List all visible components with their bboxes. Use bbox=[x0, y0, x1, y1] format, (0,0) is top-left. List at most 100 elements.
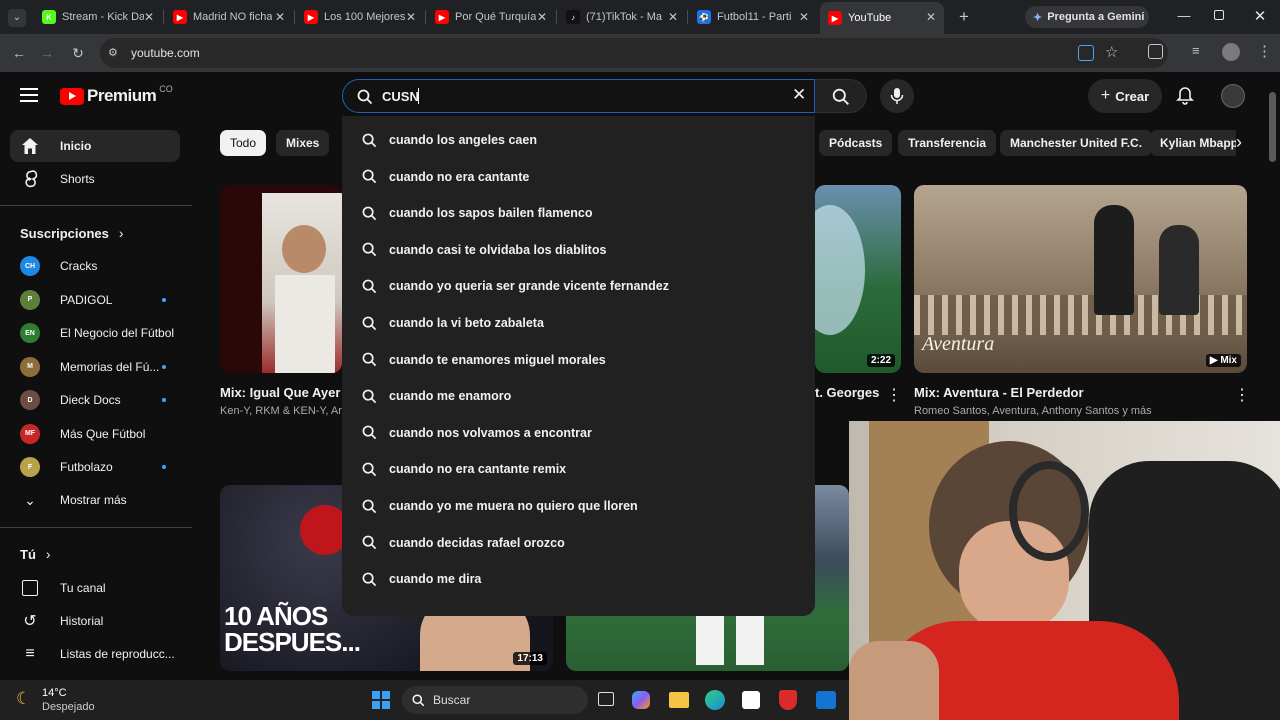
history-label: Historial bbox=[60, 614, 104, 628]
browser-tab[interactable]: ♪ (71)TikTok - Ma ✕ bbox=[558, 4, 686, 30]
video-title[interactable]: t. Georges bbox=[815, 385, 879, 400]
search-suggestion-item[interactable]: cuando me dira bbox=[342, 561, 815, 597]
profile-avatar[interactable] bbox=[1222, 43, 1240, 61]
weather-moon-icon[interactable]: ☾ bbox=[16, 689, 31, 709]
sidebar-subscription-item[interactable]: EN El Negocio del Fútbol bbox=[10, 317, 180, 349]
page-scrollbar[interactable] bbox=[1269, 92, 1276, 162]
video-more-options-icon[interactable]: ⋮ bbox=[1234, 385, 1250, 405]
browser-tab[interactable]: ⚽ Futbol11 - Parti ✕ bbox=[689, 4, 817, 30]
sidebar-subscription-item[interactable]: M Memorias del Fú... bbox=[10, 351, 180, 383]
video-thumbnail[interactable]: Aventura ▶ Mix bbox=[914, 185, 1247, 373]
search-suggestion-item[interactable]: cuando me enamoro bbox=[342, 378, 815, 414]
voice-search-button[interactable] bbox=[880, 79, 914, 113]
chip-manchester-united[interactable]: Manchester United F.C. bbox=[1000, 130, 1153, 156]
outlook-icon[interactable] bbox=[816, 691, 836, 709]
sidebar-item-playlists[interactable]: ≡ Listas de reproducc... bbox=[10, 638, 180, 670]
video-channel[interactable]: Romeo Santos, Aventura, Anthony Santos y… bbox=[914, 405, 1152, 417]
search-suggestion-item[interactable]: cuando no era cantante remix bbox=[342, 451, 815, 487]
copilot-icon[interactable] bbox=[632, 691, 650, 709]
gemini-button[interactable]: ✦ Pregunta a Gemini bbox=[1025, 6, 1149, 28]
file-explorer-icon[interactable] bbox=[669, 692, 689, 708]
store-icon[interactable] bbox=[742, 691, 760, 709]
bookmark-star-icon[interactable]: ☆ bbox=[1105, 43, 1118, 61]
chips-next-arrow-icon[interactable]: › bbox=[1236, 130, 1252, 156]
video-channel[interactable]: Ken-Y, RKM & KEN-Y, Ar bbox=[220, 405, 342, 417]
clear-search-icon[interactable]: ✕ bbox=[792, 85, 806, 105]
back-button[interactable]: ← bbox=[10, 44, 28, 62]
forward-button[interactable]: → bbox=[38, 44, 56, 62]
tab-close-icon[interactable]: ✕ bbox=[406, 10, 416, 24]
video-title[interactable]: Mix: Igual Que Ayer bbox=[220, 385, 340, 400]
search-suggestion-item[interactable]: cuando los sapos bailen flamenco bbox=[342, 195, 815, 231]
sidebar-subscription-item[interactable]: CH Cracks bbox=[10, 250, 180, 282]
notifications-bell-icon[interactable] bbox=[1175, 86, 1195, 106]
tab-search-dropdown-icon[interactable]: ⌄ bbox=[8, 9, 26, 27]
task-view-icon[interactable] bbox=[598, 692, 614, 706]
search-button[interactable] bbox=[815, 79, 867, 113]
translate-icon[interactable] bbox=[1078, 45, 1094, 61]
browser-menu-icon[interactable]: ⋮ bbox=[1257, 42, 1272, 60]
browser-tab[interactable]: ▶ Los 100 Mejores ✕ bbox=[296, 4, 424, 30]
sidebar-subscription-item[interactable]: F Futbolazo bbox=[10, 451, 180, 483]
sidebar-item-history[interactable]: ↺ Historial bbox=[10, 605, 180, 637]
reload-button[interactable]: ↻ bbox=[69, 44, 87, 62]
browser-tab[interactable]: K Stream - Kick Da ✕ bbox=[34, 4, 162, 30]
tab-close-icon[interactable]: ✕ bbox=[537, 10, 547, 24]
search-suggestion-item[interactable]: cuando yo queria ser grande vicente fern… bbox=[342, 268, 815, 304]
you-header[interactable]: Tú › bbox=[20, 546, 51, 562]
create-button[interactable]: + Crear bbox=[1088, 79, 1162, 113]
chip-transfers[interactable]: Transferencia bbox=[898, 130, 997, 156]
taskbar-search-box[interactable]: Buscar bbox=[402, 686, 588, 714]
search-suggestion-item[interactable]: cuando nos volvamos a encontrar bbox=[342, 415, 815, 451]
search-suggestion-item[interactable]: cuando casi te olvidaba los diablitos bbox=[342, 232, 815, 268]
tab-close-icon[interactable]: ✕ bbox=[799, 10, 809, 24]
search-suggestion-item[interactable]: cuando decidas rafael orozco bbox=[342, 525, 815, 561]
chip-all[interactable]: Todo bbox=[220, 130, 267, 156]
restore-button[interactable] bbox=[1214, 10, 1224, 20]
chip-podcasts[interactable]: Pódcasts bbox=[819, 130, 893, 156]
weather-temperature[interactable]: 14°C bbox=[42, 687, 67, 699]
edge-browser-icon[interactable] bbox=[705, 690, 725, 710]
windows-start-icon[interactable] bbox=[372, 691, 390, 709]
search-input-box[interactable]: CUSN ✕ bbox=[342, 79, 815, 113]
video-thumbnail[interactable]: 2:22 bbox=[815, 185, 901, 373]
sidebar-subscription-item[interactable]: P PADIGOL bbox=[10, 284, 180, 316]
tab-close-icon[interactable]: ✕ bbox=[926, 10, 936, 24]
search-suggestion-item[interactable]: cuando te enamores miguel morales bbox=[342, 342, 815, 378]
tab-close-icon[interactable]: ✕ bbox=[275, 10, 285, 24]
account-avatar[interactable] bbox=[1221, 84, 1245, 108]
browser-tab[interactable]: ▶ Madrid NO ficha ✕ bbox=[165, 4, 293, 30]
guide-menu-icon[interactable] bbox=[20, 88, 38, 102]
video-title[interactable]: Mix: Aventura - El Perdedor bbox=[914, 385, 1084, 400]
search-input[interactable]: CUSN bbox=[382, 89, 419, 104]
video-thumbnail[interactable] bbox=[220, 185, 342, 373]
weather-condition[interactable]: Despejado bbox=[42, 701, 95, 713]
sidebar-show-more[interactable]: ⌄ Mostrar más bbox=[10, 484, 180, 516]
extensions-icon[interactable] bbox=[1148, 44, 1163, 59]
new-tab-button[interactable]: + bbox=[955, 7, 973, 27]
sidebar-item-shorts[interactable]: Shorts bbox=[10, 163, 180, 195]
sidebar-item-home[interactable]: Inicio bbox=[10, 130, 180, 162]
sidebar-subscription-item[interactable]: D Dieck Docs bbox=[10, 384, 180, 416]
youtube-logo[interactable]: Premium CO bbox=[60, 84, 173, 106]
sidebar-item-your-channel[interactable]: Tu canal bbox=[10, 572, 180, 604]
search-suggestion-item[interactable]: cuando la vi beto zabaleta bbox=[342, 305, 815, 341]
sidebar-subscription-item[interactable]: MF Más Que Fútbol bbox=[10, 418, 180, 450]
video-more-options-icon[interactable]: ⋮ bbox=[886, 385, 902, 405]
address-bar[interactable]: ⚙ youtube.com ☆ bbox=[100, 38, 1168, 68]
browser-tab[interactable]: ▶ YouTube ✕ bbox=[820, 2, 944, 34]
tab-close-icon[interactable]: ✕ bbox=[668, 10, 678, 24]
chip-mbappe[interactable]: Kylian Mbapp bbox=[1150, 130, 1242, 156]
subscriptions-header[interactable]: Suscripciones › bbox=[20, 225, 124, 241]
search-suggestion-item[interactable]: cuando los angeles caen bbox=[342, 122, 815, 158]
minimize-button[interactable]: — bbox=[1176, 8, 1192, 24]
security-app-icon[interactable] bbox=[779, 690, 797, 710]
search-suggestion-item[interactable]: cuando no era cantante bbox=[342, 159, 815, 195]
close-window-button[interactable]: ✕ bbox=[1252, 7, 1268, 25]
site-info-icon[interactable]: ⚙ bbox=[108, 46, 122, 60]
browser-tab[interactable]: ▶ Por Qué Turquía ✕ bbox=[427, 4, 555, 30]
search-suggestion-item[interactable]: cuando yo me muera no quiero que lloren bbox=[342, 488, 815, 524]
chip-mixes[interactable]: Mixes bbox=[276, 130, 330, 156]
tab-close-icon[interactable]: ✕ bbox=[144, 10, 154, 24]
media-control-icon[interactable]: ≡ bbox=[1192, 43, 1200, 58]
